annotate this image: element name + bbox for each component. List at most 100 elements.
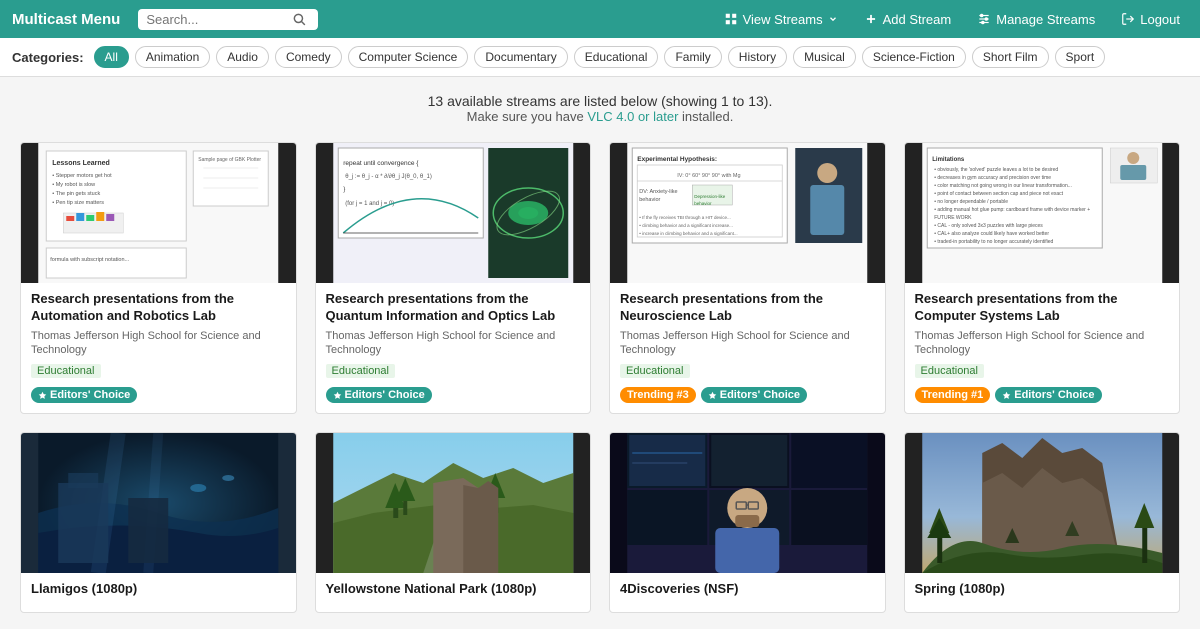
stream-badges-4: Trending #1 Editors' Choice <box>915 387 1170 403</box>
svg-text:• If the fly receives TBI thro: • If the fly receives TBI through a HIT … <box>639 215 730 220</box>
badge-editors-choice-4: Editors' Choice <box>995 387 1101 403</box>
plus-icon <box>864 12 878 26</box>
sliders-icon <box>977 12 991 26</box>
stream-category-3: Educational <box>620 364 690 378</box>
svg-text:}: } <box>343 187 345 193</box>
stream-title-6: Yellowstone National Park (1080p) <box>326 581 581 598</box>
svg-text:Limitations: Limitations <box>932 157 965 163</box>
stream-info-7: 4Discoveries (NSF) <box>610 573 885 612</box>
stream-badges-1: Editors' Choice <box>31 387 286 403</box>
svg-text:behavior: behavior <box>694 201 712 206</box>
category-pill-audio[interactable]: Audio <box>216 46 269 68</box>
vlc-link[interactable]: VLC 4.0 or later <box>587 109 678 124</box>
svg-text:• traded-in portability to no: • traded-in portability to no longer acc… <box>934 239 1053 245</box>
category-pill-sport[interactable]: Sport <box>1055 46 1106 68</box>
category-pill-science-fiction[interactable]: Science-Fiction <box>862 46 966 68</box>
category-pill-documentary[interactable]: Documentary <box>474 46 567 68</box>
vlc-suffix: installed. <box>678 109 733 124</box>
category-pill-animation[interactable]: Animation <box>135 46 210 68</box>
stream-card-4[interactable]: Limitations • obviously, the 'solved' pu… <box>904 142 1181 414</box>
stream-card-6[interactable]: Yellowstone National Park (1080p) <box>315 432 592 613</box>
svg-text:repeat until convergence {: repeat until convergence { <box>343 160 419 167</box>
app-title: Multicast Menu <box>12 11 120 28</box>
svg-text:• CAL+ also analyze could like: • CAL+ also analyze could likely have wo… <box>934 231 1049 237</box>
stream-info-6: Yellowstone National Park (1080p) <box>316 573 591 612</box>
streams-info: 13 available streams are listed below (s… <box>20 93 1180 124</box>
svg-text:behavior: behavior <box>639 197 660 203</box>
svg-text:Depression-like: Depression-like <box>694 194 726 199</box>
badge-editors-choice-2: Editors' Choice <box>326 387 432 403</box>
stream-thumb-1: Lessons Learned • Stepper motors get hot… <box>21 143 296 283</box>
svg-text:• CAL - only solved 3x3 puzzle: • CAL - only solved 3x3 puzzles with lar… <box>934 223 1043 229</box>
svg-text:• decreases in gym accuracy an: • decreases in gym accuracy and precisio… <box>934 175 1051 181</box>
svg-text:IV: 0° 60° 90° 90° with Mg: IV: 0° 60° 90° 90° with Mg <box>677 173 740 179</box>
stream-card-5[interactable]: Llamigos (1080p) <box>20 432 297 613</box>
stream-thumb-5 <box>21 433 296 573</box>
svg-text:• obviously, the 'solved' puzz: • obviously, the 'solved' puzzle leaves … <box>934 167 1058 173</box>
stream-category-2: Educational <box>326 364 396 378</box>
main-content: 13 available streams are listed below (s… <box>0 77 1200 629</box>
stream-badges-2: Editors' Choice <box>326 387 581 403</box>
stream-thumb-7 <box>610 433 885 573</box>
stream-title-4: Research presentations from the Computer… <box>915 291 1170 325</box>
category-pill-computer-science[interactable]: Computer Science <box>348 46 469 68</box>
category-pill-history[interactable]: History <box>728 46 787 68</box>
stream-thumb-4: Limitations • obviously, the 'solved' pu… <box>905 143 1180 283</box>
category-pill-musical[interactable]: Musical <box>793 46 856 68</box>
stream-provider-2: Thomas Jefferson High School for Science… <box>326 329 581 358</box>
stream-thumb-3: Experimental Hypothesis: IV: 0° 60° 90° … <box>610 143 885 283</box>
svg-text:DV: Anxiety-like: DV: Anxiety-like <box>639 189 677 195</box>
category-pill-short-film[interactable]: Short Film <box>972 46 1049 68</box>
view-streams-button[interactable]: View Streams <box>716 8 846 31</box>
add-stream-button[interactable]: Add Stream <box>856 8 960 31</box>
stream-badges-3: Trending #3 Editors' Choice <box>620 387 875 403</box>
search-box[interactable] <box>138 9 318 30</box>
svg-text:Experimental Hypothesis:: Experimental Hypothesis: <box>637 156 717 163</box>
stream-title-7: 4Discoveries (NSF) <box>620 581 875 598</box>
svg-text:• The pin gets stuck: • The pin gets stuck <box>52 191 100 197</box>
stream-thumb-6 <box>316 433 591 573</box>
manage-streams-button[interactable]: Manage Streams <box>969 8 1103 31</box>
svg-text:• color matching not going wro: • color matching not going wrong in our … <box>934 183 1072 189</box>
svg-text:• no longer dependable / porta: • no longer dependable / portable <box>934 199 1008 205</box>
stream-title-5: Llamigos (1080p) <box>31 581 286 598</box>
stream-title-2: Research presentations from the Quantum … <box>326 291 581 325</box>
stream-card-3[interactable]: Experimental Hypothesis: IV: 0° 60° 90° … <box>609 142 886 414</box>
stream-provider-3: Thomas Jefferson High School for Science… <box>620 329 875 358</box>
streams-count: 13 available streams are listed below (s… <box>20 93 1180 109</box>
category-pill-all[interactable]: All <box>94 46 129 68</box>
stream-title-1: Research presentations from the Automati… <box>31 291 286 325</box>
stream-card-2[interactable]: repeat until convergence { θ_j := θ_j - … <box>315 142 592 414</box>
svg-text:FUTURE WORK: FUTURE WORK <box>934 215 972 221</box>
stream-title-3: Research presentations from the Neurosci… <box>620 291 875 325</box>
stream-card-1[interactable]: Lessons Learned • Stepper motors get hot… <box>20 142 297 414</box>
stream-info-3: Research presentations from the Neurosci… <box>610 283 885 413</box>
category-pill-family[interactable]: Family <box>664 46 721 68</box>
badge-trending-3: Trending #3 <box>620 387 696 403</box>
svg-text:• increase in climbing behavio: • increase in climbing behavior and a si… <box>639 231 737 236</box>
grid-icon <box>724 12 738 26</box>
header: Multicast Menu View Streams Add Stream M… <box>0 0 1200 38</box>
category-pill-educational[interactable]: Educational <box>574 46 659 68</box>
categories-bar: Categories: All Animation Audio Comedy C… <box>0 38 1200 77</box>
vlc-prefix: Make sure you have <box>467 109 588 124</box>
search-input[interactable] <box>146 12 286 27</box>
stream-thumb-8 <box>905 433 1180 573</box>
svg-text:• Pen tip size matters: • Pen tip size matters <box>52 200 104 206</box>
category-pill-comedy[interactable]: Comedy <box>275 46 342 68</box>
stream-provider-4: Thomas Jefferson High School for Science… <box>915 329 1170 358</box>
svg-text:• climbing behavior and a sign: • climbing behavior and a significant in… <box>639 223 733 228</box>
stream-info-1: Research presentations from the Automati… <box>21 283 296 413</box>
stream-info-8: Spring (1080p) <box>905 573 1180 612</box>
stream-card-8[interactable]: Spring (1080p) <box>904 432 1181 613</box>
stream-card-7[interactable]: 4Discoveries (NSF) <box>609 432 886 613</box>
stream-info-5: Llamigos (1080p) <box>21 573 296 612</box>
logout-button[interactable]: Logout <box>1113 8 1188 31</box>
stream-title-8: Spring (1080p) <box>915 581 1170 598</box>
badge-editors-choice-3: Editors' Choice <box>701 387 807 403</box>
svg-text:• point of contact between sec: • point of contact between section cap a… <box>934 191 1063 197</box>
chevron-down-icon <box>828 14 838 24</box>
svg-text:Sample page of GBK Plotter: Sample page of GBK Plotter <box>198 157 261 163</box>
vlc-notice: Make sure you have VLC 4.0 or later inst… <box>20 109 1180 124</box>
stream-grid: Lessons Learned • Stepper motors get hot… <box>20 142 1180 613</box>
